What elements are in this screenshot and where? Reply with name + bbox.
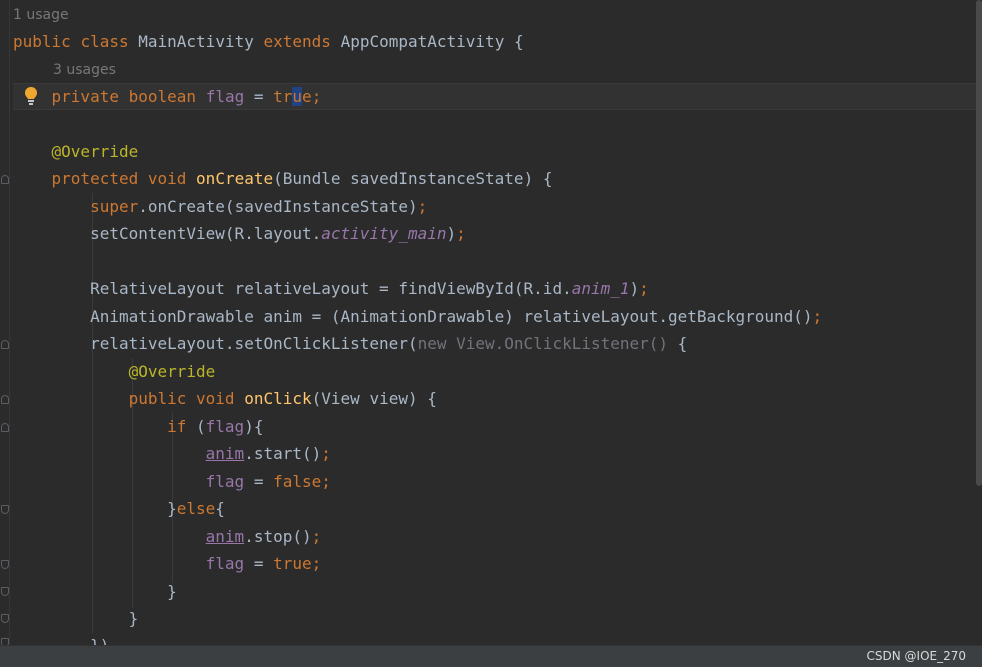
editor-gutter — [0, 0, 13, 645]
code-line-15[interactable]: }else{ — [13, 495, 225, 522]
code-line-3[interactable]: @Override — [13, 138, 139, 165]
vertical-scrollbar[interactable] — [976, 0, 982, 486]
fold-marker-icon[interactable] — [1, 175, 9, 184]
fold-marker-icon[interactable] — [1, 614, 9, 623]
code-line-20[interactable]: }) — [13, 632, 109, 645]
code-line-17[interactable]: flag = true; — [13, 550, 322, 577]
code-line-13[interactable]: anim.start(); — [13, 440, 331, 467]
fold-marker-icon[interactable] — [1, 560, 9, 569]
fold-marker-icon[interactable] — [1, 505, 9, 514]
code-line-4[interactable]: protected void onCreate(Bundle savedInst… — [13, 165, 553, 192]
fold-marker-icon[interactable] — [1, 587, 9, 596]
field-usage-hint[interactable]: 3 usages — [53, 60, 116, 80]
class-usage-hint[interactable]: 1 usage — [13, 5, 69, 25]
gutter-divider — [9, 0, 10, 645]
fold-marker-icon[interactable] — [1, 423, 9, 432]
code-line-19[interactable]: } — [13, 605, 139, 632]
code-line-1[interactable]: public class MainActivity extends AppCom… — [13, 28, 524, 55]
code-line-11[interactable]: public void onClick(View view) { — [13, 385, 437, 412]
text-cursor-selection: u — [292, 87, 303, 106]
fold-marker-icon[interactable] — [1, 638, 9, 645]
code-line-2[interactable]: private boolean flag = true; — [13, 83, 321, 110]
code-line-12[interactable]: if (flag){ — [13, 413, 263, 440]
code-line-16[interactable]: anim.stop(); — [13, 523, 322, 550]
code-editor[interactable]: 1 usage public class MainActivity extend… — [0, 0, 982, 645]
code-line-18[interactable]: } — [13, 578, 177, 605]
code-line-9[interactable]: relativeLayout.setOnClickListener(new Vi… — [13, 330, 687, 357]
fold-marker-icon[interactable] — [1, 340, 9, 349]
code-line-6[interactable]: setContentView(R.layout.activity_main); — [13, 220, 466, 247]
code-line-7[interactable]: RelativeLayout relativeLayout = findView… — [13, 275, 649, 302]
code-line-8[interactable]: AnimationDrawable anim = (AnimationDrawa… — [13, 303, 822, 330]
fold-marker-icon[interactable] — [1, 395, 9, 404]
code-line-5[interactable]: super.onCreate(savedInstanceState); — [13, 193, 427, 220]
watermark-text: CSDN @IOE_270 — [866, 649, 967, 663]
status-bar: CSDN @IOE_270 — [0, 645, 982, 667]
code-line-10[interactable]: @Override — [13, 358, 216, 385]
code-line-14[interactable]: flag = false; — [13, 468, 331, 495]
